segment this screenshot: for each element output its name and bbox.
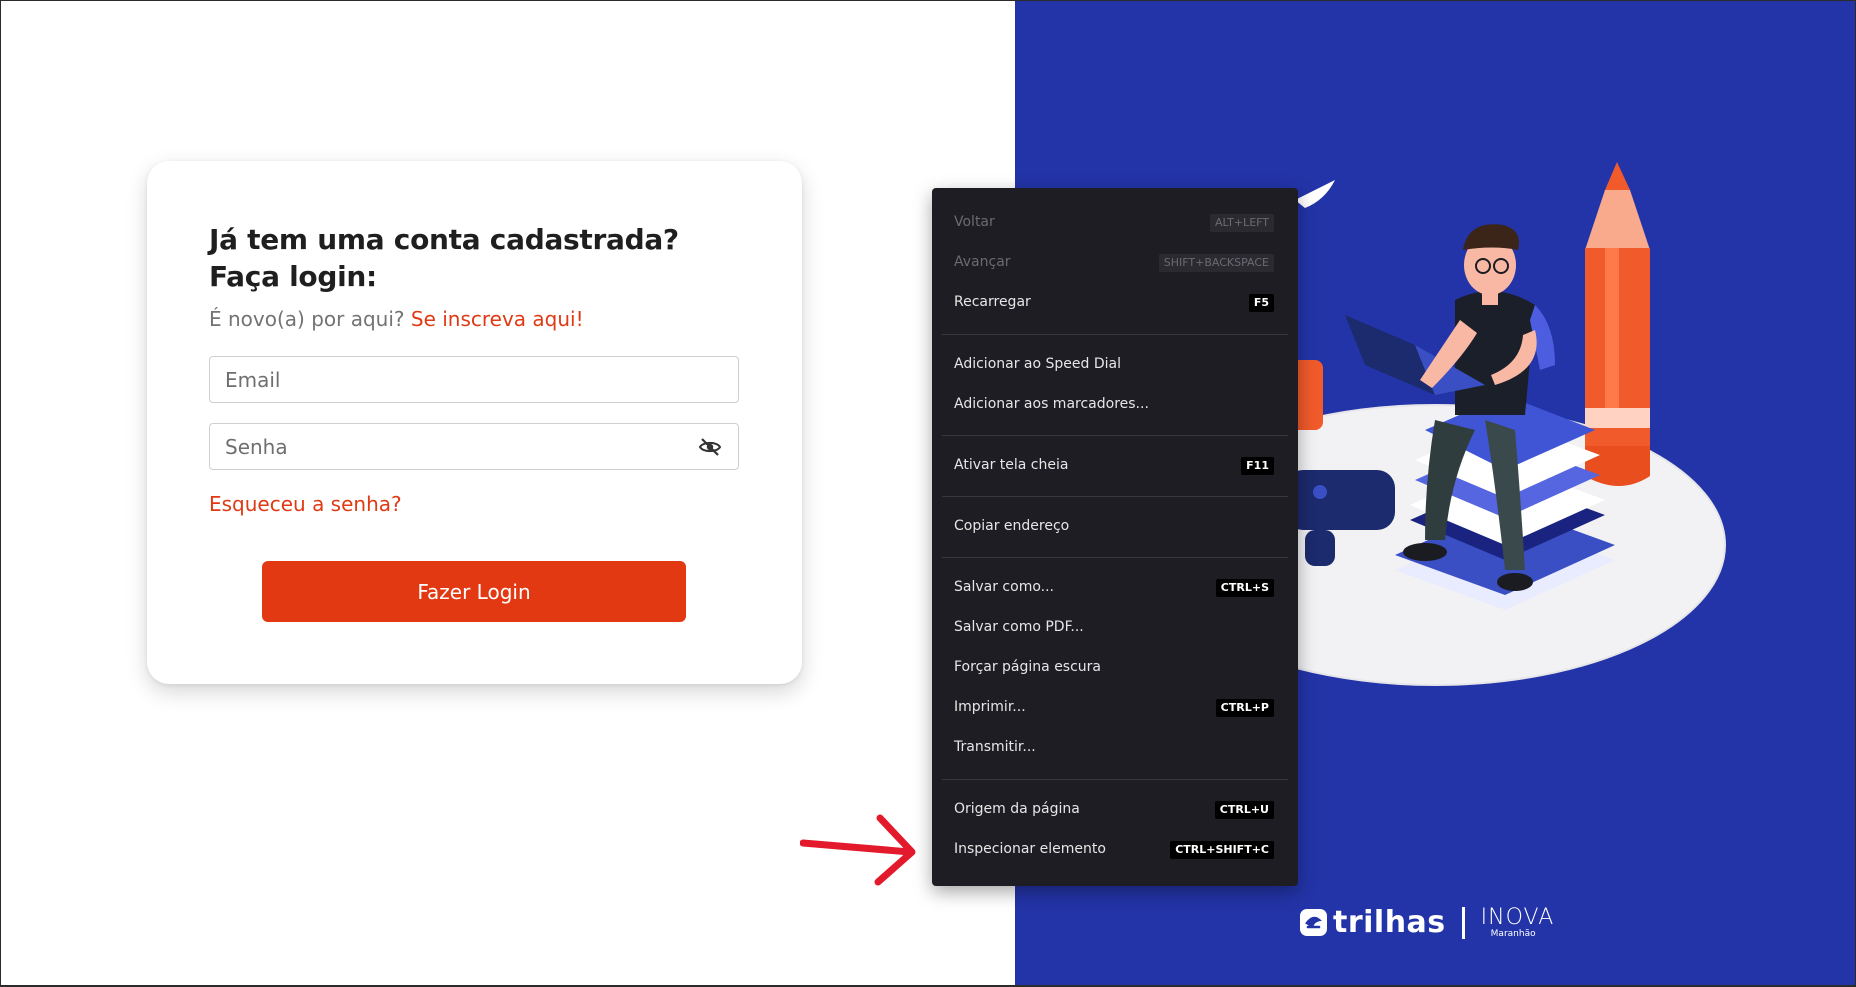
menu-item-shortcut: SHIFT+BACKSPACE (1158, 254, 1274, 272)
menu-item-label: Avançar (954, 254, 1011, 270)
menu-separator (942, 557, 1288, 558)
login-button[interactable]: Fazer Login (262, 561, 686, 622)
menu-item-view-source[interactable]: Origem da página CTRL+U (932, 791, 1298, 831)
menu-item-cast[interactable]: Transmitir... (932, 729, 1298, 769)
menu-item-add-bookmark[interactable]: Adicionar aos marcadores... (932, 386, 1298, 426)
inova-logo-text: INOVA (1480, 904, 1555, 930)
menu-item-label: Transmitir... (954, 739, 1036, 755)
menu-item-label: Adicionar ao Speed Dial (954, 356, 1121, 372)
menu-item-save-pdf[interactable]: Salvar como PDF... (932, 609, 1298, 649)
menu-separator (942, 435, 1288, 436)
menu-item-force-dark[interactable]: Forçar página escura (932, 649, 1298, 689)
red-arrow-right-icon (800, 814, 916, 886)
trilhas-logo-text: trilhas (1333, 905, 1446, 940)
forgot-password-link[interactable]: Esqueceu a senha? (209, 492, 402, 516)
menu-item-copy-address[interactable]: Copiar endereço (932, 508, 1298, 548)
password-field-wrapper (209, 423, 739, 470)
signup-prompt-text: É novo(a) por aqui? (209, 307, 405, 331)
menu-separator (942, 334, 1288, 335)
menu-item-label: Ativar tela cheia (954, 457, 1069, 473)
menu-item-label: Adicionar aos marcadores... (954, 396, 1149, 412)
menu-item-label: Salvar como PDF... (954, 619, 1084, 635)
password-field[interactable] (210, 424, 738, 469)
eye-slash-icon[interactable] (698, 435, 722, 459)
menu-item-shortcut: CTRL+S (1215, 579, 1274, 597)
menu-item-save-as[interactable]: Salvar como... CTRL+S (932, 569, 1298, 609)
menu-item-print[interactable]: Imprimir... CTRL+P (932, 689, 1298, 729)
menu-item-forward[interactable]: Avançar SHIFT+BACKSPACE (932, 244, 1298, 284)
inova-logo-subtext: Maranhão (1490, 928, 1536, 939)
login-title: Já tem uma conta cadastrada? Faça login: (209, 223, 679, 293)
trilhas-logo-icon (1300, 909, 1327, 936)
menu-item-shortcut: F11 (1241, 457, 1274, 475)
inova-logo: INOVA Maranhão (1480, 904, 1555, 939)
menu-item-add-speed-dial[interactable]: Adicionar ao Speed Dial (932, 346, 1298, 386)
email-field-wrapper (209, 356, 739, 403)
context-menu: Voltar ALT+LEFT Avançar SHIFT+BACKSPACE … (932, 188, 1298, 886)
brand-separator (1461, 906, 1465, 939)
menu-item-label: Voltar (954, 214, 995, 230)
menu-item-shortcut: CTRL+P (1215, 699, 1274, 717)
menu-item-label: Recarregar (954, 294, 1031, 310)
login-card: Já tem uma conta cadastrada? Faça login: … (147, 161, 802, 684)
menu-item-inspect[interactable]: Inspecionar elemento CTRL+SHIFT+C (932, 831, 1298, 871)
signup-link[interactable]: Se inscreva aqui! (411, 307, 584, 331)
signup-prompt: É novo(a) por aqui? Se inscreva aqui! (209, 307, 584, 331)
menu-item-back[interactable]: Voltar ALT+LEFT (932, 204, 1298, 244)
brand-logos: trilhas INOVA Maranhão (1300, 905, 1554, 940)
menu-item-reload[interactable]: Recarregar F5 (932, 284, 1298, 324)
menu-separator (942, 779, 1288, 780)
menu-item-label: Inspecionar elemento (954, 841, 1106, 857)
menu-item-shortcut: F5 (1248, 294, 1274, 312)
menu-item-fullscreen[interactable]: Ativar tela cheia F11 (932, 447, 1298, 487)
menu-item-label: Copiar endereço (954, 518, 1070, 534)
menu-item-label: Origem da página (954, 801, 1080, 817)
email-field[interactable] (210, 357, 738, 402)
menu-item-label: Forçar página escura (954, 659, 1102, 675)
menu-item-shortcut: CTRL+SHIFT+C (1170, 841, 1274, 859)
menu-item-label: Salvar como... (954, 579, 1054, 595)
menu-item-shortcut: ALT+LEFT (1209, 214, 1274, 232)
menu-item-shortcut: CTRL+U (1214, 801, 1274, 819)
menu-item-label: Imprimir... (954, 699, 1026, 715)
menu-separator (942, 496, 1288, 497)
